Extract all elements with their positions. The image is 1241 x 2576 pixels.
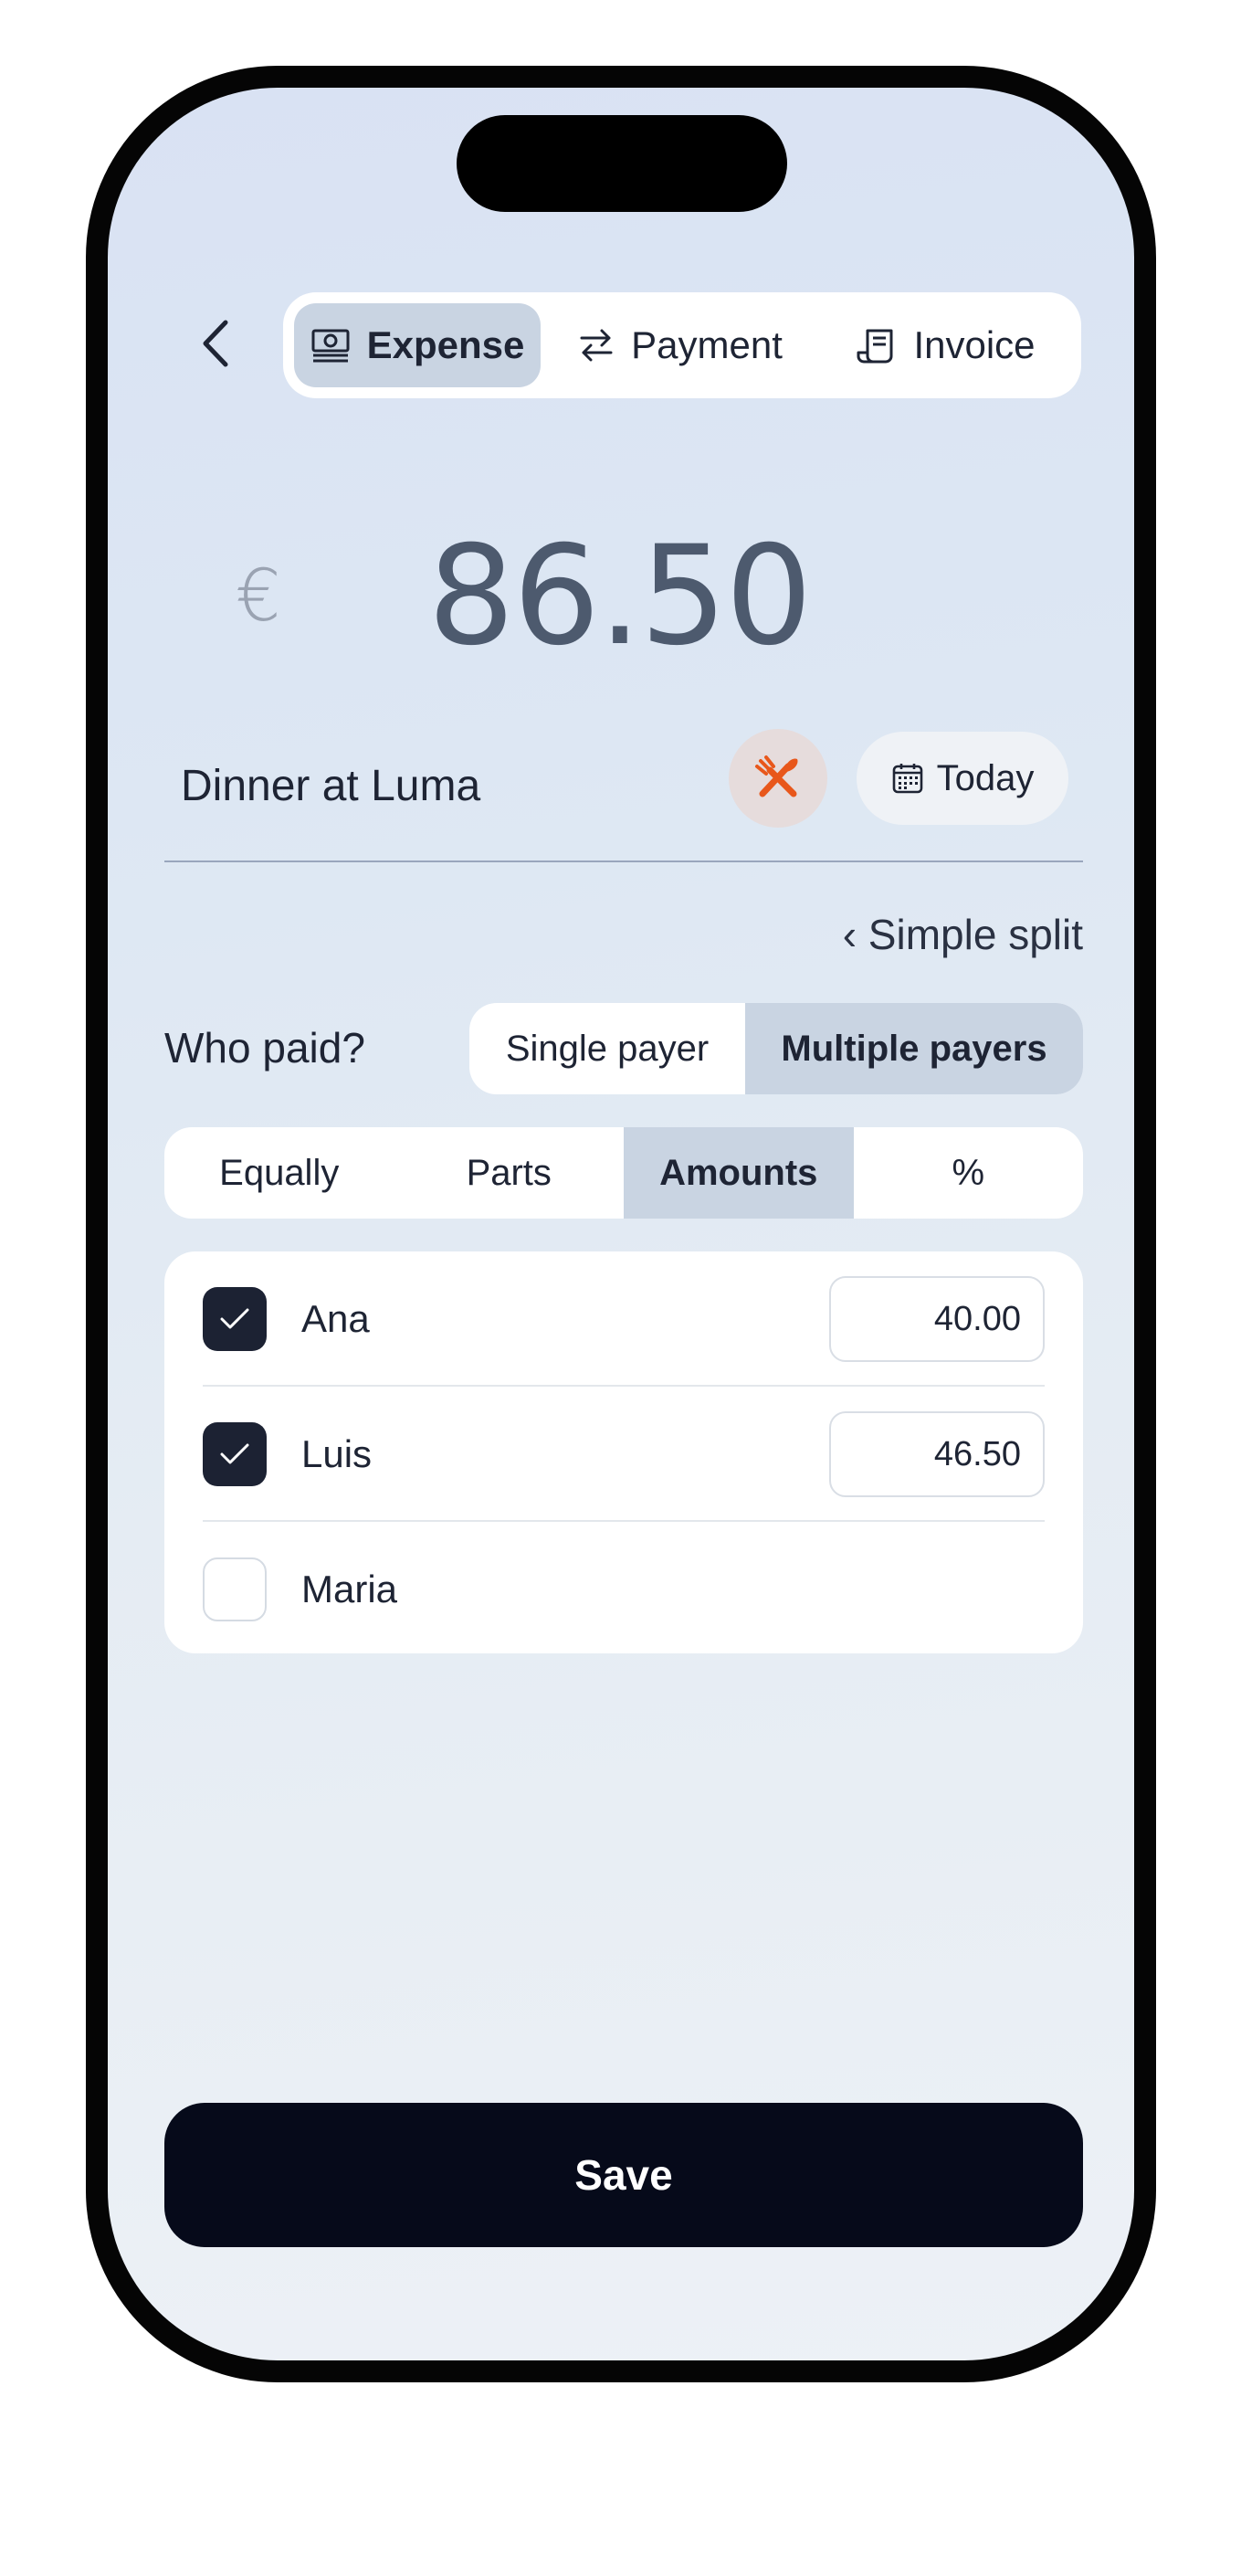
payer-row-luis: Luis 46.50 bbox=[203, 1387, 1045, 1522]
receipt-icon bbox=[857, 329, 893, 364]
calendar-icon bbox=[892, 764, 922, 794]
tab-expense[interactable]: Expense bbox=[294, 303, 541, 387]
tab-payment[interactable]: Payment bbox=[557, 303, 804, 387]
description-underline bbox=[164, 860, 1083, 862]
multiple-payers-option[interactable]: Multiple payers bbox=[745, 1003, 1083, 1094]
date-label: Today bbox=[936, 757, 1035, 798]
date-button[interactable]: Today bbox=[857, 732, 1068, 825]
arrows-exchange-icon bbox=[580, 329, 613, 362]
checkmark-icon bbox=[220, 1308, 249, 1329]
checkmark-icon bbox=[220, 1443, 249, 1464]
payer-row-maria: Maria bbox=[203, 1522, 1045, 1657]
amount-input[interactable]: 86.50 bbox=[382, 517, 857, 676]
category-button[interactable] bbox=[729, 729, 827, 828]
transaction-type-tabs: Expense Payment Invoice bbox=[283, 292, 1081, 398]
payer-row-ana: Ana 40.00 bbox=[203, 1251, 1045, 1387]
payer-checkbox-luis[interactable] bbox=[203, 1422, 267, 1486]
save-button[interactable]: Save bbox=[164, 2103, 1083, 2247]
dynamic-island bbox=[457, 115, 787, 212]
simple-split-link[interactable]: ‹ Simple split bbox=[843, 910, 1083, 959]
payer-amount-luis[interactable]: 46.50 bbox=[829, 1411, 1045, 1497]
phone-frame: Expense Payment Invoice € 86.50 Dinner a… bbox=[86, 66, 1156, 2382]
tab-expense-label: Expense bbox=[366, 323, 525, 366]
back-button[interactable] bbox=[188, 307, 243, 380]
payer-amount-ana[interactable]: 40.00 bbox=[829, 1276, 1045, 1362]
tab-invoice[interactable]: Invoice bbox=[822, 303, 1070, 387]
tab-equally[interactable]: Equally bbox=[164, 1127, 394, 1219]
payer-name-ana: Ana bbox=[301, 1297, 370, 1340]
fork-knife-icon bbox=[755, 755, 798, 797]
description-input[interactable]: Dinner at Luma bbox=[181, 747, 692, 826]
split-mode-tabs: Equally Parts Amounts % bbox=[164, 1127, 1083, 1219]
payer-mode-toggle: Single payer Multiple payers bbox=[469, 1003, 1083, 1094]
who-paid-label: Who paid? bbox=[164, 1024, 365, 1072]
tab-parts[interactable]: Parts bbox=[394, 1127, 625, 1219]
payer-name-luis: Luis bbox=[301, 1432, 373, 1475]
app-screen: Expense Payment Invoice € 86.50 Dinner a… bbox=[108, 88, 1134, 2360]
tab-payment-label: Payment bbox=[631, 323, 783, 366]
tab-invoice-label: Invoice bbox=[913, 323, 1036, 366]
payer-checkbox-ana[interactable] bbox=[203, 1287, 267, 1351]
single-payer-option[interactable]: Single payer bbox=[469, 1003, 745, 1094]
tab-amounts[interactable]: Amounts bbox=[624, 1127, 854, 1219]
payer-checkbox-maria[interactable] bbox=[203, 1557, 267, 1621]
chevron-left-icon bbox=[203, 320, 228, 367]
currency-symbol[interactable]: € bbox=[236, 555, 281, 638]
banknote-icon bbox=[311, 329, 350, 363]
payer-name-maria: Maria bbox=[301, 1568, 398, 1610]
tab-percent[interactable]: % bbox=[854, 1127, 1084, 1219]
payers-list: Ana 40.00 Luis 46.50 Maria bbox=[164, 1251, 1083, 1653]
